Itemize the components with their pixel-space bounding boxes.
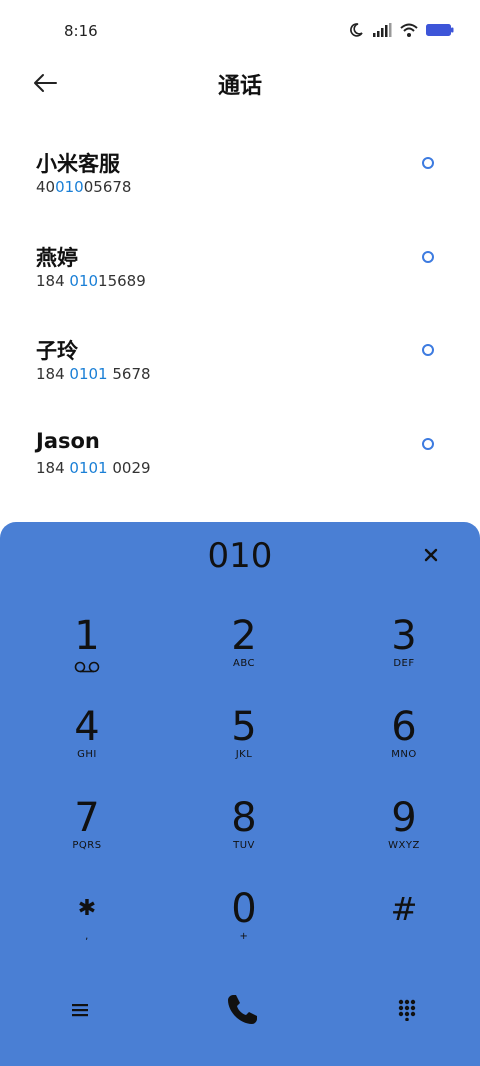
menu-icon <box>72 1004 88 1017</box>
voicemail-icon <box>74 661 100 673</box>
dialed-number[interactable]: 010 <box>0 536 480 576</box>
key-5[interactable]: 5 JKL <box>184 705 304 785</box>
status-time: 8:16 <box>64 22 98 40</box>
key-star[interactable]: ✱ , <box>27 887 147 967</box>
contact-item[interactable]: 小米客服 4001005678 <box>0 130 480 224</box>
key-hash[interactable]: # <box>344 887 464 967</box>
match-highlight: 010 <box>55 178 84 196</box>
dialpad-grid-icon <box>398 999 416 1021</box>
page-title: 通话 <box>217 74 262 99</box>
battery-icon <box>426 24 454 36</box>
dialpad-toggle-button[interactable] <box>377 980 437 1040</box>
contact-name: 子玲 <box>36 339 78 363</box>
select-radio[interactable] <box>422 344 434 356</box>
match-highlight: 010 <box>69 271 99 290</box>
key-3[interactable]: 3 DEF <box>344 614 464 694</box>
select-radio[interactable] <box>422 437 434 450</box>
contact-item[interactable]: Jason 184 0101 0029 <box>0 411 480 505</box>
call-button[interactable] <box>212 980 272 1040</box>
contact-name: Jason <box>36 428 100 453</box>
key-7[interactable]: 7 PQRS <box>27 796 147 876</box>
contact-number: 184 0101 0029 <box>36 458 151 477</box>
dialpad: 010 1 2 ABC 3 DEF 4 GHI 5 JKL 6 MNO 7 PQ… <box>0 522 480 1066</box>
contact-item[interactable]: 燕婷 184 01015689 <box>0 224 480 318</box>
contact-list: 小米客服 4001005678 燕婷 184 01015689 子玲 184 0… <box>0 130 480 504</box>
status-bar: 8:16 <box>0 0 480 62</box>
signal-icon <box>373 23 392 37</box>
status-icons <box>348 22 454 38</box>
contact-number: 184 01015689 <box>36 271 146 290</box>
menu-button[interactable] <box>50 980 110 1040</box>
contact-item[interactable]: 子玲 184 0101 5678 <box>0 317 480 411</box>
key-6[interactable]: 6 MNO <box>344 705 464 785</box>
contact-name: 燕婷 <box>36 245 78 270</box>
phone-icon <box>228 995 257 1024</box>
moon-icon <box>350 23 363 37</box>
key-0[interactable]: 0 + <box>184 887 304 967</box>
contact-name: 小米客服 <box>36 152 120 176</box>
select-radio[interactable] <box>422 250 434 263</box>
contact-number: 4001005678 <box>36 178 132 196</box>
clear-icon[interactable] <box>420 544 442 566</box>
key-1[interactable]: 1 <box>27 614 147 694</box>
contact-number: 184 0101 5678 <box>36 365 151 383</box>
header: 通话 <box>0 62 480 106</box>
select-radio[interactable] <box>422 157 434 169</box>
key-9[interactable]: 9 WXYZ <box>344 796 464 876</box>
match-highlight: 0101 <box>69 365 108 383</box>
dialpad-actions <box>0 980 480 1040</box>
key-4[interactable]: 4 GHI <box>27 705 147 785</box>
key-8[interactable]: 8 TUV <box>184 796 304 876</box>
wifi-icon <box>400 23 418 37</box>
match-highlight: 0101 <box>69 458 108 477</box>
key-2[interactable]: 2 ABC <box>184 614 304 694</box>
